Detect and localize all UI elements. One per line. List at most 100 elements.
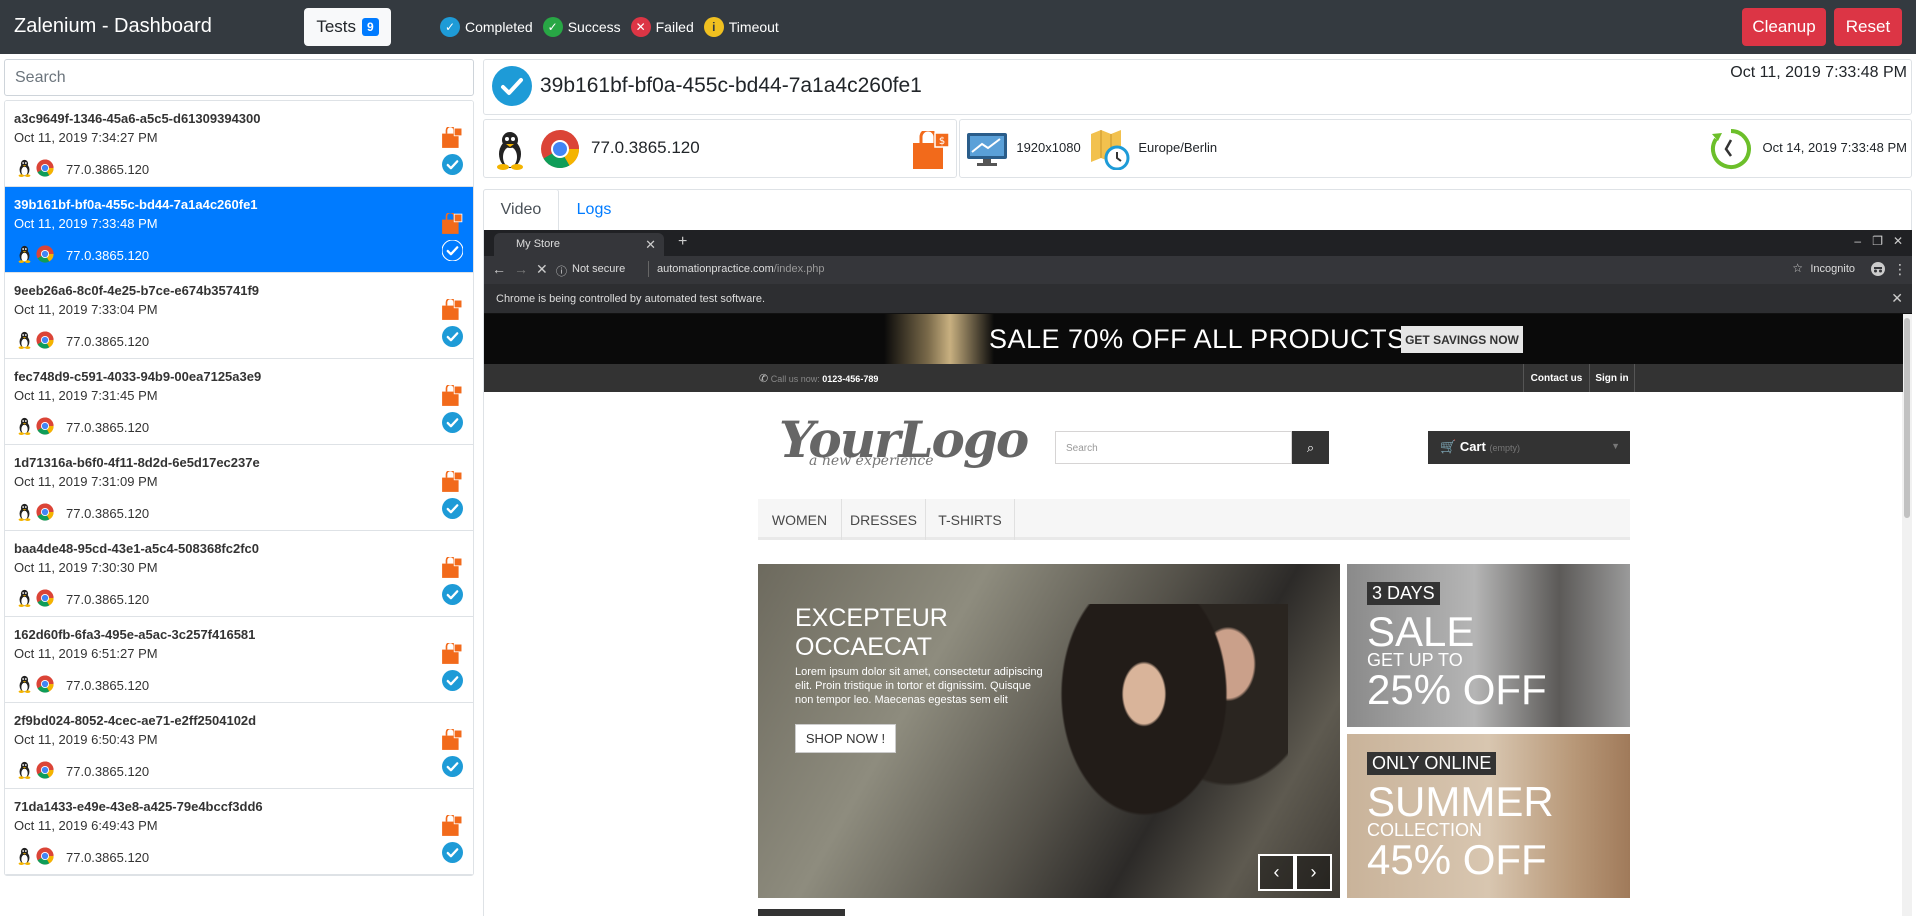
legend-completed: ✓ Completed [440,17,533,37]
test-date: Oct 11, 2019 7:30:30 PM [14,560,158,575]
test-header: 39b161bf-bf0a-455c-bd44-7a1a4c260fe1 Oct… [483,59,1912,115]
url-host: automationpractice.com [657,263,774,275]
cleanup-button[interactable]: Cleanup [1742,8,1826,46]
test-list-item[interactable]: 1d71316a-b6f0-4f11-8d2d-6e5d17ec237e Oct … [5,445,473,531]
store-menu: WOMEN DRESSES T-SHIRTS [758,499,1630,540]
sidebar: a3c9649f-1346-45a6-a5c5-d61309394300 Oct … [2,59,474,916]
forward-arrow-icon: → [514,261,528,277]
test-id: baa4de48-95cd-43e1-a5c4-508368fc2fc0 [14,541,260,556]
shopping-cart-icon [441,813,463,842]
test-list-item[interactable]: 39b161bf-bf0a-455c-bd44-7a1a4c260fe1 Oct … [5,187,473,273]
tab-video[interactable]: Video [483,189,559,231]
promo1-pct: 25% OFF [1367,666,1547,713]
test-list-item[interactable]: 9eeb26a6-8c0f-4e25-b7ce-e674b35741f9 Oct … [5,273,473,359]
completed-check-icon [492,66,532,111]
shopping-cart-icon [441,383,463,412]
test-list-item[interactable]: fec748d9-c591-4033-94b9-00ea7125a3e9 Oct … [5,359,473,445]
shopping-cart-icon [441,211,463,240]
legend-success-label: Success [567,19,621,35]
linux-icon [17,245,32,268]
sign-in-link: Sign in [1589,364,1635,392]
chrome-icon [540,129,580,174]
sale-banner: SALE 70% OFF ALL PRODUCTS GET SAVINGS NO… [484,314,1903,364]
test-date: Oct 11, 2019 6:49:43 PM [14,818,158,833]
status-legend: ✓ Completed ✓ Success ✕ Failed i Timeout [440,17,779,37]
url-path: /index.php [773,263,825,275]
promo1-big: SALE [1367,608,1475,655]
tests-button[interactable]: Tests 9 [304,8,391,46]
test-list-item[interactable]: baa4de48-95cd-43e1-a5c4-508368fc2fc0 Oct … [5,531,473,617]
test-id: 1d71316a-b6f0-4f11-8d2d-6e5d17ec237e [14,455,260,470]
test-id: 162d60fb-6fa3-495e-a5ac-3c257f416581 [14,627,256,642]
slider-prev-icon: ‹ [1258,854,1295,891]
test-platform-icons [17,589,54,612]
reset-button[interactable]: Reset [1834,8,1902,46]
browser-version: 77.0.3865.120 [591,138,700,157]
back-arrow-icon: ← [492,261,506,277]
test-id: a3c9649f-1346-45a6-a5c5-d61309394300 [14,111,261,126]
star-icon: ☆ [1792,261,1803,275]
promo2-tag: ONLY ONLINE [1367,752,1497,775]
store-bottom-bar [758,909,845,916]
test-browser-version: 77.0.3865.120 [66,162,150,177]
completed-check-icon [442,670,463,696]
chrome-icon [36,245,54,268]
slider-title-line1: EXCEPTEUR [795,604,948,632]
test-id: fec748d9-c591-4033-94b9-00ea7125a3e9 [14,369,262,384]
promo-summer: ONLY ONLINE SUMMER COLLECTION 45% OFF [1347,734,1630,898]
test-list-item[interactable]: a3c9649f-1346-45a6-a5c5-d61309394300 Oct … [5,101,473,187]
test-date: Oct 11, 2019 6:51:27 PM [14,646,158,661]
store-logo-subtitle: a new experience [809,453,934,469]
not-secure-label: Not secure [572,263,626,275]
phone-icon: ✆ [759,373,769,385]
linux-icon [494,130,526,175]
store-topbar: ✆ Call us now: 0123-456-789 Contact us S… [484,364,1903,392]
app-title: Zalenium - Dashboard [14,15,212,37]
retention-date: Oct 14, 2019 7:33:48 PM [1762,140,1907,155]
linux-icon [17,159,32,182]
test-start-time: Oct 11, 2019 7:33:48 PM [1730,64,1907,81]
phone-number: 0123-456-789 [822,374,879,384]
navbar: Zalenium - Dashboard Tests 9 ✓ Completed… [0,0,1916,54]
slider-text: Lorem ipsum dolor sit amet, consectetur … [795,666,1043,706]
detail-tabs: Video Logs [483,189,1912,231]
linux-icon [17,847,32,870]
test-list-item[interactable]: 71da1433-e49e-43e8-a425-79e4bccf3dd6 Oct … [5,789,473,875]
legend-failed-label: Failed [655,19,694,35]
test-list-item[interactable]: 162d60fb-6fa3-495e-a5ac-3c257f416581 Oct … [5,617,473,703]
promo2-pct: 45% OFF [1367,836,1547,883]
test-platform-icons [17,503,54,526]
shopping-cart-icon [441,125,463,154]
browser-tab: My Store ✕ [494,233,664,256]
completed-check-icon: ✓ [440,17,460,37]
timezone-map-icon [1089,128,1131,175]
completed-check-icon [442,842,463,868]
shopping-cart-icon [441,469,463,498]
test-platform-icons [17,675,54,698]
incognito-icon [1871,262,1885,279]
chrome-icon [36,417,54,440]
legend-failed: ✕ Failed [630,17,694,37]
shopping-cart-icon [441,641,463,670]
test-list-item[interactable]: 2f9bd024-8052-4cec-ae71-e2ff2504102d Oct … [5,703,473,789]
test-id: 71da1433-e49e-43e8-a425-79e4bccf3dd6 [14,799,263,814]
test-browser-version: 77.0.3865.120 [66,506,150,521]
test-platform-icons [17,417,54,440]
search-input[interactable] [4,59,474,96]
chrome-icon [36,503,54,526]
tests-count-badge: 9 [362,18,379,36]
chevron-down-icon: ▼ [1611,441,1620,451]
sale-text: SALE 70% OFF ALL PRODUCTS [989,324,1406,354]
slider-title: EXCEPTEUR OCCAECAT [795,604,948,662]
close-infobar-icon: ✕ [1891,290,1903,306]
test-platform-icons [17,761,54,784]
chrome-icon [36,761,54,784]
browser-address-bar: ← → ✕ ⓘ Not secure automationpractice.co… [484,256,1912,284]
environment-info-box: 1920x1080 Europe/Berlin Oct 14, 2019 7:3… [959,119,1912,178]
store-slider: EXCEPTEUR OCCAECAT Lorem ipsum dolor sit … [758,564,1340,898]
test-date: Oct 11, 2019 7:33:48 PM [14,216,158,231]
video-player[interactable]: My Store ✕ + – ❐ ✕ ← → ✕ ⓘ Not secure au… [483,230,1912,916]
test-browser-version: 77.0.3865.120 [66,850,150,865]
test-id: 39b161bf-bf0a-455c-bd44-7a1a4c260fe1 [14,197,258,212]
tab-logs[interactable]: Logs [559,189,629,231]
